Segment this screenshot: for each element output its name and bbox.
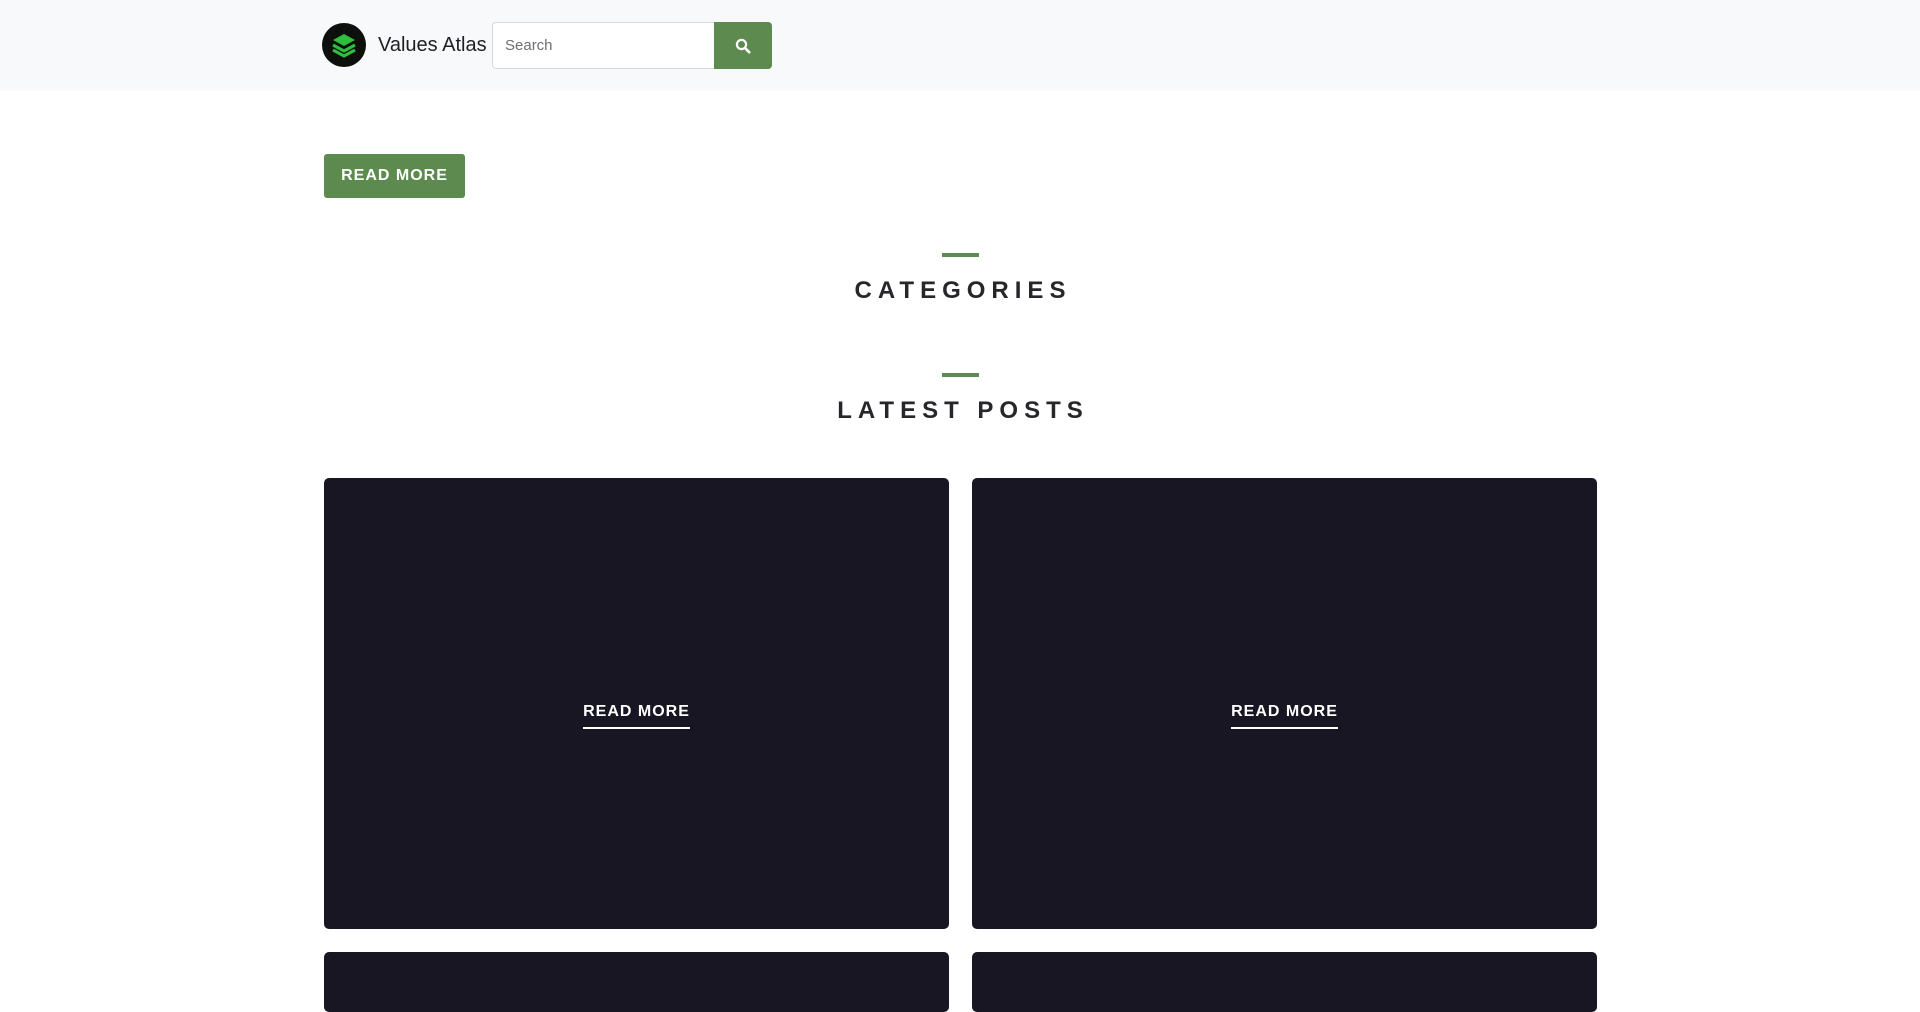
search-icon: [735, 38, 751, 53]
latest-posts-title: LATEST POSTS: [837, 397, 1089, 424]
site-header: Values Atlas: [0, 0, 1920, 91]
heading-accent-bar: [941, 373, 979, 377]
post-card[interactable]: READ MORE: [324, 478, 949, 929]
brand-name: Values Atlas: [378, 33, 487, 56]
brand-link[interactable]: Values Atlas: [322, 23, 487, 67]
post-card[interactable]: READ MORE: [972, 478, 1597, 929]
latest-posts-section-heading: LATEST POSTS: [0, 373, 1920, 425]
post-read-more-link[interactable]: READ MORE: [583, 703, 690, 729]
logo-icon: [322, 23, 366, 67]
post-read-more-link[interactable]: READ MORE: [1231, 703, 1338, 729]
heading-accent-bar: [941, 253, 979, 257]
search-form: [492, 22, 772, 69]
search-button[interactable]: [714, 22, 772, 69]
categories-section-heading: CATEGORIES: [0, 253, 1920, 305]
post-card[interactable]: [972, 952, 1597, 1012]
search-input[interactable]: [492, 22, 714, 69]
hero-read-more-button[interactable]: READ MORE: [324, 154, 465, 198]
categories-title: CATEGORIES: [854, 277, 1072, 304]
post-card[interactable]: [324, 952, 949, 1012]
